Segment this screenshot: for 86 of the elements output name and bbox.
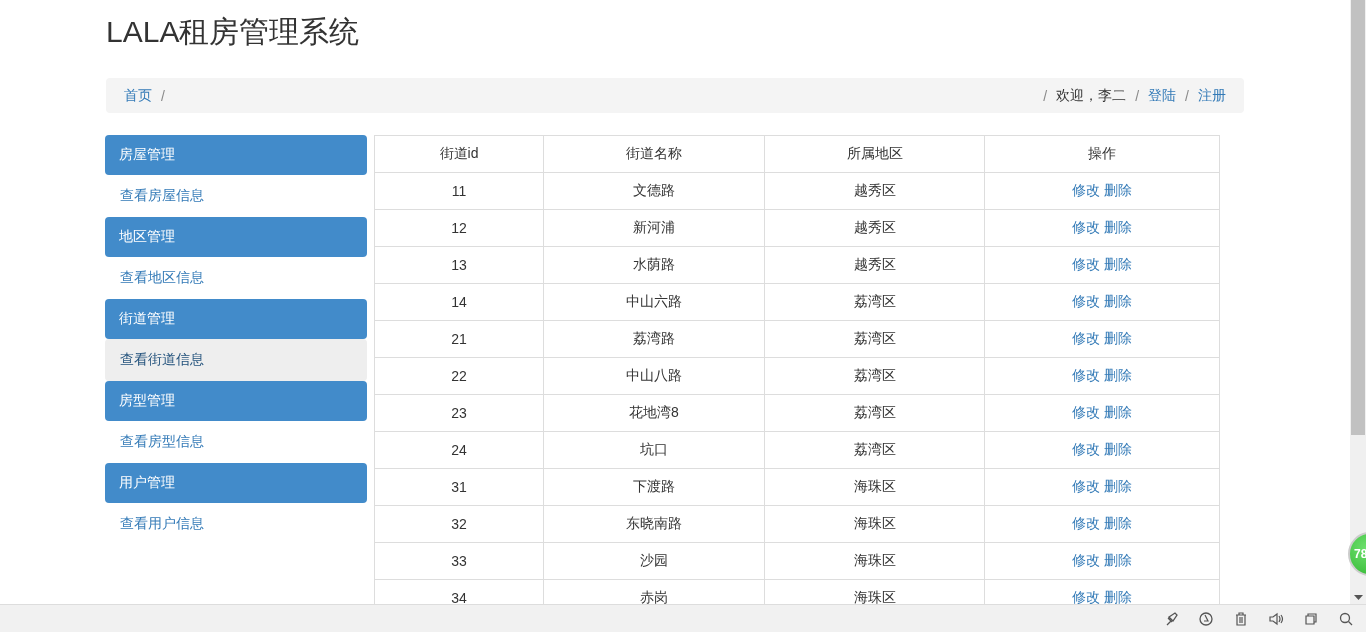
- app-title: LALA租房管理系统: [106, 14, 360, 50]
- action-link[interactable]: 删除: [1102, 552, 1135, 568]
- table-cell: 荔湾区: [764, 394, 985, 432]
- breadcrumb-separator: /: [1134, 87, 1141, 104]
- table-cell: 23: [374, 394, 544, 432]
- action-link[interactable]: 删除: [1102, 515, 1135, 531]
- action-link[interactable]: 修改: [1070, 330, 1103, 346]
- action-link[interactable]: 修改: [1070, 515, 1103, 531]
- table-cell: 32: [374, 505, 544, 543]
- breadcrumb-separator: /: [1042, 87, 1049, 104]
- speaker-icon[interactable]: [1268, 610, 1284, 627]
- action-link[interactable]: 修改: [1070, 182, 1103, 198]
- table-cell: 11: [374, 172, 544, 210]
- breadcrumb-link[interactable]: 注册: [1195, 86, 1229, 105]
- scroll-down-icon[interactable]: [1353, 595, 1363, 600]
- table-cell: 14: [374, 283, 544, 321]
- action-link[interactable]: 删除: [1102, 182, 1135, 198]
- scrollbar-thumb[interactable]: [1351, 0, 1365, 435]
- action-link[interactable]: 修改: [1070, 256, 1103, 272]
- action-link[interactable]: 删除: [1102, 256, 1135, 272]
- table-cell: 文德路: [543, 172, 765, 210]
- table-cell: 荔湾区: [764, 357, 985, 395]
- breadcrumb-separator: /: [1184, 87, 1190, 104]
- table-cell: 荔湾区: [764, 283, 985, 321]
- sidebar-link[interactable]: 查看房屋信息: [105, 175, 367, 217]
- action-link[interactable]: 删除: [1102, 589, 1135, 604]
- action-link[interactable]: 修改: [1070, 367, 1103, 383]
- table-cell: 东晓南路: [543, 505, 765, 543]
- table-cell: 33: [374, 542, 544, 580]
- sidebar-section-header[interactable]: 房型管理: [105, 381, 367, 421]
- table-cell: 21: [374, 320, 544, 358]
- table-cell: 24: [374, 431, 544, 469]
- action-link[interactable]: 删除: [1102, 367, 1135, 383]
- table-cell: 下渡路: [543, 468, 765, 506]
- table-cell: 越秀区: [764, 172, 985, 210]
- table-cell: 荔湾区: [764, 431, 985, 469]
- table-cell: 荔湾路: [543, 320, 765, 358]
- sidebar-section-header[interactable]: 地区管理: [105, 217, 367, 257]
- action-link[interactable]: 修改: [1070, 404, 1103, 420]
- action-link[interactable]: 修改: [1070, 441, 1103, 457]
- sidebar-link[interactable]: 查看地区信息: [105, 257, 367, 299]
- sidebar-section-header[interactable]: 用户管理: [105, 463, 367, 503]
- sidebar-section-header[interactable]: 街道管理: [105, 299, 367, 339]
- action-link[interactable]: 修改: [1070, 293, 1103, 309]
- table-cell: 中山六路: [543, 283, 765, 321]
- table-cell: 荔湾区: [764, 320, 985, 358]
- sidebar-section-header[interactable]: 房屋管理: [105, 135, 367, 175]
- table-cell: 中山八路: [543, 357, 765, 395]
- breadcrumb-link[interactable]: 首页: [121, 86, 155, 105]
- column-header: 操作: [984, 135, 1220, 173]
- table-cell: 海珠区: [764, 542, 985, 580]
- table-cell: 22: [374, 357, 544, 395]
- table-cell: 新河浦: [543, 209, 765, 247]
- action-link[interactable]: 修改: [1070, 589, 1103, 604]
- search-icon[interactable]: [1338, 610, 1354, 627]
- column-header: 所属地区: [764, 135, 985, 173]
- table-cell: 水荫路: [543, 246, 765, 284]
- column-header: 街道名称: [543, 135, 765, 173]
- sidebar-link[interactable]: 查看街道信息: [105, 339, 367, 381]
- column-header: 街道id: [374, 135, 544, 173]
- action-link[interactable]: 删除: [1102, 219, 1135, 235]
- table-cell: 海珠区: [764, 505, 985, 543]
- table-cell: 越秀区: [764, 246, 985, 284]
- sidebar-link[interactable]: 查看用户信息: [105, 503, 367, 545]
- table-cell: 13: [374, 246, 544, 284]
- trash-icon[interactable]: [1233, 610, 1249, 627]
- table-cell: 坑口: [543, 431, 765, 469]
- table-cell: 海珠区: [764, 468, 985, 506]
- action-link[interactable]: 删除: [1102, 441, 1135, 457]
- welcome-text: 欢迎，李二: [1055, 86, 1128, 105]
- action-link[interactable]: 删除: [1102, 293, 1135, 309]
- action-link[interactable]: 修改: [1070, 219, 1103, 235]
- table-cell: 花地湾8: [543, 394, 765, 432]
- action-link[interactable]: 修改: [1070, 552, 1103, 568]
- breadcrumb-link[interactable]: 登陆: [1145, 86, 1180, 105]
- table-cell: 越秀区: [764, 209, 985, 247]
- sidebar-link[interactable]: 查看房型信息: [105, 421, 367, 463]
- window-icon[interactable]: [1303, 610, 1319, 627]
- action-link[interactable]: 删除: [1102, 478, 1135, 494]
- table-cell: 沙园: [543, 542, 765, 580]
- table-cell: 12: [374, 209, 544, 247]
- action-link[interactable]: 删除: [1102, 404, 1135, 420]
- breadcrumb-separator: /: [160, 87, 166, 104]
- action-link[interactable]: 删除: [1102, 330, 1135, 346]
- table-cell: 31: [374, 468, 544, 506]
- action-link[interactable]: 修改: [1070, 478, 1103, 494]
